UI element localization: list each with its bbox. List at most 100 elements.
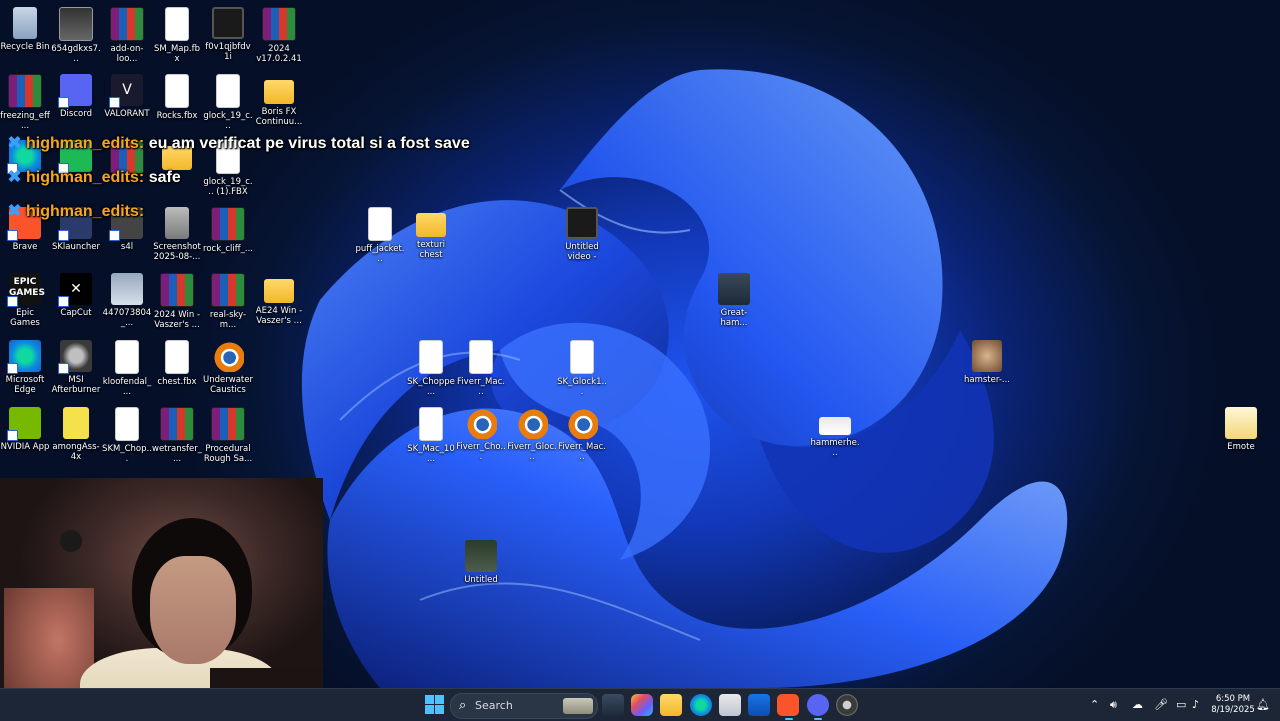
chat-text: eu am verificat pe virus total si a fost… xyxy=(148,135,470,152)
desktop-icon-puff-jacket[interactable]: puff_jacket... xyxy=(355,207,405,264)
desktop-icon-hammerhe[interactable]: hammerhe... xyxy=(810,407,860,458)
desktop-icon-f0v1qjbfdv1i[interactable]: f0v1qjbfdv1i xyxy=(203,7,253,62)
epic-games-icon: EPIC GAMES xyxy=(7,273,45,307)
notification-bell-icon[interactable]: 🔔︎ xyxy=(1256,698,1270,711)
desktop-icon-texturi-chest[interactable]: texturi chest xyxy=(406,207,456,260)
folder-icon xyxy=(264,80,294,104)
chevron-up-icon[interactable]: ⌃ xyxy=(1090,698,1099,711)
desktop-icon-epic-games[interactable]: EPICGAMES Epic Games Launcher xyxy=(0,273,50,328)
desktop-icon-procedural-rough[interactable]: Procedural Rough Sa... xyxy=(203,407,253,464)
image-thumbnail-icon xyxy=(718,273,750,305)
desktop-icon-msi-afterburner[interactable]: MSI Afterburner xyxy=(51,340,101,395)
desktop-icon-glock-19-c[interactable]: glock_19_c... xyxy=(203,74,253,131)
desktop-icon-boris-fx[interactable]: Boris FX Continuu... xyxy=(254,74,304,127)
image-thumbnail-icon xyxy=(819,417,851,435)
desktop-icon-discord[interactable]: Discord xyxy=(51,74,101,119)
winrar-archive-icon xyxy=(262,7,296,41)
nvidia-icon xyxy=(7,407,41,441)
blank-file-icon xyxy=(570,340,594,374)
desktop-icon-ae24-win-vaszer[interactable]: AE24 Win - Vaszer's ... xyxy=(254,273,304,326)
desktop-icon-microsoft-edge[interactable]: Microsoft Edge xyxy=(0,340,50,395)
blank-file-icon xyxy=(368,207,392,241)
desktop-icon-amongass[interactable]: amongAss-4x xyxy=(51,407,101,462)
volume-icon[interactable]: ♪ xyxy=(1192,698,1199,711)
blender-icon xyxy=(212,340,244,372)
desktop-icon-sm-map-fbx[interactable]: SM_Map.fbx xyxy=(152,7,202,64)
winrar-archive-icon xyxy=(211,407,245,441)
microphone-icon[interactable]: 🎤︎ xyxy=(1154,698,1168,711)
blank-file-icon xyxy=(165,7,189,41)
search-icon: ⌕ xyxy=(459,698,467,713)
blank-file-icon xyxy=(115,407,139,441)
blank-file-icon xyxy=(469,340,493,374)
chat-message: highman_edits: eu am verificat pe virus … xyxy=(6,134,470,153)
desktop-icon-hamster[interactable]: hamster-... xyxy=(962,340,1012,385)
task-view-icon[interactable] xyxy=(602,694,624,716)
video-thumbnail-icon xyxy=(566,207,598,239)
desktop-icon-untitled-video[interactable]: Untitled video - Ma... xyxy=(557,207,607,262)
video-thumbnail-icon xyxy=(212,7,244,39)
brave-icon[interactable] xyxy=(777,694,799,716)
taskbar-clock[interactable]: 6:50 PM 8/19/2025 xyxy=(1208,694,1258,716)
desktop-icon-kloofendal[interactable]: kloofendal_... xyxy=(102,340,152,397)
desktop-icon-fiverr-gloc[interactable]: Fiverr_Gloc... xyxy=(507,407,557,462)
desktop-icon-capcut[interactable]: ✕ CapCut xyxy=(51,273,101,318)
desktop-icon-add-on-loo[interactable]: add-on-loo... xyxy=(102,7,152,64)
desktop-icon-valorant[interactable]: V VALORANT xyxy=(102,74,152,119)
desktop-icon-2024-v17[interactable]: 2024 v17.0.2.416 xyxy=(254,7,304,64)
desktop-icon-2024-win-vaszer[interactable]: 2024 Win - Vaszer's ... xyxy=(152,273,202,330)
chat-username: highman_edits: xyxy=(26,203,145,220)
desktop-icon-wetransfer[interactable]: wetransfer_... xyxy=(152,407,202,464)
desktop-icon-freezing-eff[interactable]: freezing_eff... xyxy=(0,74,50,131)
folder-icon xyxy=(264,279,294,303)
folder-icon xyxy=(1225,407,1257,439)
tools-badge-icon xyxy=(6,202,22,218)
speaker-icon[interactable]: 🔊︎ xyxy=(1110,698,1117,712)
file-explorer-icon[interactable] xyxy=(660,694,682,716)
desktop-icon-sk-choppe[interactable]: SK_Choppe... xyxy=(406,340,456,397)
edge-icon xyxy=(7,340,41,374)
clock-time: 6:50 PM xyxy=(1215,694,1251,704)
obs-icon[interactable] xyxy=(836,694,858,716)
image-thumbnail-icon xyxy=(63,407,89,439)
winrar-archive-icon xyxy=(211,273,245,307)
taskbar-search[interactable]: ⌕ Search xyxy=(450,693,598,719)
desktop-icon-emote[interactable]: Emote xyxy=(1216,407,1266,452)
desktop-icon-screenshot-2025[interactable]: Screenshot 2025-08-... xyxy=(152,207,202,262)
blank-file-icon xyxy=(165,340,189,374)
discord-icon[interactable] xyxy=(807,694,829,716)
valorant-icon: V xyxy=(109,74,143,108)
desktop-icon-recycle-bin[interactable]: Recycle Bin xyxy=(0,7,50,52)
desktop-icon-fiverr-mac-1[interactable]: Fiverr_Mac... xyxy=(456,340,506,397)
image-thumbnail-icon xyxy=(165,207,189,239)
desktop-icon-chest-fbx[interactable]: chest.fbx xyxy=(152,340,202,387)
display-icon[interactable]: ▭ xyxy=(1176,698,1186,711)
start-button[interactable] xyxy=(424,694,446,716)
copilot-icon[interactable] xyxy=(631,694,653,716)
webcam-overlay xyxy=(0,478,323,720)
desktop-icon-great-ham[interactable]: Great-ham... xyxy=(709,273,759,328)
desktop-icon-untitled[interactable]: Untitled xyxy=(456,540,506,585)
blender-icon xyxy=(516,407,548,439)
desktop-icon-skm-chop[interactable]: SKM_Chop... xyxy=(102,407,152,464)
edge-icon[interactable] xyxy=(690,694,712,716)
network-icon[interactable]: ☁︎ xyxy=(1132,698,1143,711)
desktop-icon-real-sky-m[interactable]: real-sky-m... xyxy=(203,273,253,330)
blank-file-icon xyxy=(216,74,240,108)
folder-icon xyxy=(416,213,446,237)
chat-username: highman_edits: xyxy=(26,135,145,152)
desktop-icon-underwater-caustics[interactable]: Underwater Caustics Li... xyxy=(203,340,253,395)
outlook-icon[interactable] xyxy=(748,694,770,716)
desktop-icon-nvidia-app[interactable]: NVIDIA App xyxy=(0,407,50,452)
microsoft-store-icon[interactable] xyxy=(719,694,741,716)
desktop-icon-fiverr-mac-2[interactable]: Fiverr_Mac... xyxy=(557,407,607,462)
desktop-icon-rocks-fbx[interactable]: Rocks.fbx xyxy=(152,74,202,121)
desktop-icon-447073804[interactable]: 447073804_... xyxy=(102,273,152,328)
blank-file-icon xyxy=(115,340,139,374)
desktop-icon-sk-glock1[interactable]: SK_Glock1... xyxy=(557,340,607,397)
desktop-icon-rock-cliff[interactable]: rock_cliff_... xyxy=(203,207,253,254)
desktop-icon-fiverr-cho[interactable]: Fiverr_Cho... xyxy=(456,407,506,462)
desktop-icon-file-654gdkxs7[interactable]: 654gdkxs7... xyxy=(51,7,101,64)
desktop-icon-sk-mac-10[interactable]: SK_Mac_10... xyxy=(406,407,456,464)
video-thumbnail-icon xyxy=(59,7,93,41)
